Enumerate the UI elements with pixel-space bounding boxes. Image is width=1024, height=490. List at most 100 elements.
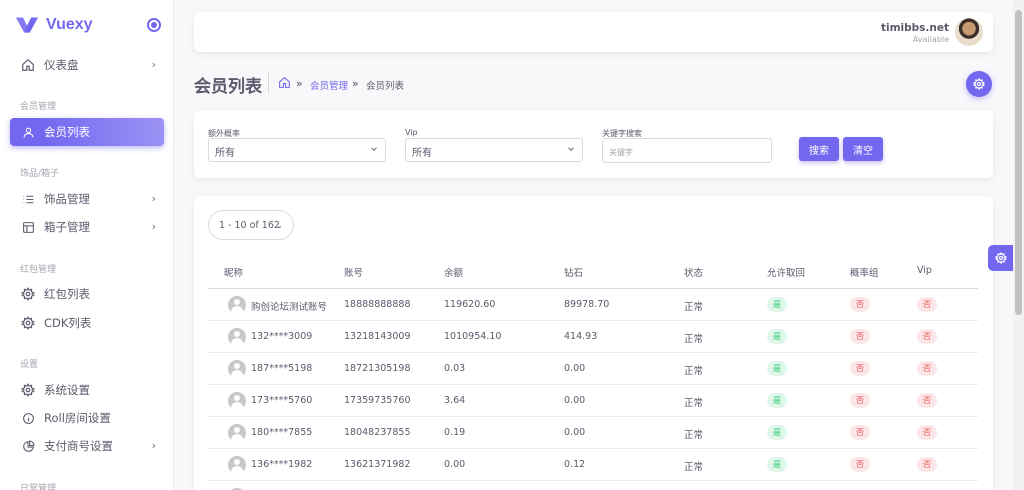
column-header-balance[interactable]: 余额 xyxy=(444,265,463,279)
vip-value: 所有 xyxy=(412,148,432,159)
cell-diamond: 89978.70 xyxy=(564,299,610,310)
cell-diamond: 414.93 xyxy=(564,331,598,342)
breadcrumb-link[interactable]: 会员管理 xyxy=(310,78,348,92)
user-avatar-icon xyxy=(228,392,246,410)
chevron-right-icon: › xyxy=(151,58,156,71)
cell-account: 18048237855 xyxy=(344,427,411,438)
sidebar-item-cdk-list[interactable]: CDK列表 xyxy=(10,309,164,337)
badge-allow-retrieve[interactable]: 是 xyxy=(767,361,787,376)
table-row[interactable]: 136****1982 13621371982 0.00 0.12 正常 是 否… xyxy=(208,449,978,481)
pagination-select[interactable]: 1 - 10 of 162 ⌄ xyxy=(208,210,294,240)
badge-rate-group[interactable]: 否 xyxy=(850,361,870,376)
user-avatar-icon xyxy=(228,424,246,442)
cell-balance: 0.03 xyxy=(444,363,466,374)
sidebar-item-skins[interactable]: 饰品管理 › xyxy=(10,185,164,213)
nav-section-title: 设置 xyxy=(20,360,39,370)
gear-icon xyxy=(973,78,985,90)
title-divider xyxy=(268,72,269,94)
badge-vip[interactable]: 否 xyxy=(917,329,937,344)
cell-nickname: 购创论坛测试账号 xyxy=(251,302,328,313)
filter-card: 额外概率 所有 Vip 所有 关键字搜索 关键字 搜索 清空 xyxy=(194,110,993,178)
badge-rate-group[interactable]: 否 xyxy=(850,297,870,312)
sidebar-item-roll-room-settings[interactable]: Roll房间设置 xyxy=(10,404,164,432)
badge-allow-retrieve[interactable]: 是 xyxy=(767,425,787,440)
column-header-vip[interactable]: Vip xyxy=(917,265,932,276)
nav-section-title: 会员管理 xyxy=(20,102,57,112)
sidebar-item-member-list[interactable]: 会员列表 xyxy=(10,118,164,146)
sidebar-item-system-settings[interactable]: 系统设置 xyxy=(10,376,164,404)
cell-nickname: 180****7855 xyxy=(251,427,313,438)
cell-account: 18888888888 xyxy=(344,299,411,310)
keyword-search-input[interactable]: 关键字 xyxy=(602,138,772,163)
badge-allow-retrieve[interactable]: 是 xyxy=(767,457,787,472)
nav-section-title: 日常管理 xyxy=(20,484,57,490)
search-button[interactable]: 搜索 xyxy=(799,137,839,161)
theme-customizer-button[interactable] xyxy=(988,245,1014,271)
badge-vip[interactable]: 否 xyxy=(917,425,937,440)
sidebar: Vuexy 仪表盘 › 会员管理 会员列表 饰品/箱子 饰品管理 › 箱子管理 … xyxy=(0,0,174,490)
badge-allow-retrieve[interactable]: 是 xyxy=(767,329,787,344)
user-icon xyxy=(20,124,36,140)
clear-button[interactable]: 清空 xyxy=(843,137,883,161)
layout-icon xyxy=(20,219,36,235)
vip-select[interactable]: 所有 xyxy=(405,138,583,162)
table-row[interactable] xyxy=(208,481,978,490)
column-header-diamond[interactable]: 钻石 xyxy=(564,265,583,279)
badge-rate-group[interactable]: 否 xyxy=(850,457,870,472)
sidebar-item-boxes[interactable]: 箱子管理 › xyxy=(10,213,164,241)
badge-vip[interactable]: 否 xyxy=(917,457,937,472)
gear-icon xyxy=(20,382,36,398)
page-scrollbar[interactable] xyxy=(1013,0,1024,490)
cell-status: 正常 xyxy=(684,462,704,473)
sidebar-item-dashboard[interactable]: 仪表盘 › xyxy=(10,51,164,79)
chevron-right-icon: › xyxy=(151,220,156,233)
extra-rate-select[interactable]: 所有 xyxy=(208,138,386,162)
list-icon xyxy=(20,191,36,207)
cell-balance: 1010954.10 xyxy=(444,331,502,342)
badge-allow-retrieve[interactable]: 是 xyxy=(767,393,787,408)
badge-rate-group[interactable]: 否 xyxy=(850,329,870,344)
home-icon[interactable] xyxy=(278,76,291,92)
page-title: 会员列表 xyxy=(194,77,262,97)
table-row[interactable]: 180****7855 18048237855 0.19 0.00 正常 是 否… xyxy=(208,417,978,449)
cell-balance: 0.19 xyxy=(444,427,466,438)
breadcrumb-separator: » xyxy=(352,77,359,90)
sidebar-item-label: CDK列表 xyxy=(44,316,92,330)
column-header-allow-retrieve[interactable]: 允许取回 xyxy=(767,265,805,279)
sidebar-toggle-icon[interactable] xyxy=(147,18,161,32)
column-header-nickname[interactable]: 昵称 xyxy=(224,265,243,279)
badge-vip[interactable]: 否 xyxy=(917,361,937,376)
cell-nickname: 187****5198 xyxy=(251,363,313,374)
breadcrumb-separator: » xyxy=(296,77,303,90)
user-name[interactable]: timibbs.net xyxy=(881,22,949,34)
sidebar-item-label: 饰品管理 xyxy=(44,192,90,206)
settings-button[interactable] xyxy=(966,71,992,97)
column-header-status[interactable]: 状态 xyxy=(684,265,703,279)
sidebar-item-label: 红包列表 xyxy=(44,287,90,301)
table-row[interactable]: 173****5760 17359735760 3.64 0.00 正常 是 否… xyxy=(208,385,978,417)
sidebar-item-label: Roll房间设置 xyxy=(44,411,111,425)
badge-vip[interactable]: 否 xyxy=(917,393,937,408)
table-row[interactable]: 购创论坛测试账号 18888888888 119620.60 89978.70 … xyxy=(208,289,978,321)
badge-rate-group[interactable]: 否 xyxy=(850,393,870,408)
badge-vip[interactable]: 否 xyxy=(917,297,937,312)
cell-diamond: 0.00 xyxy=(564,395,586,406)
cell-account: 13218143009 xyxy=(344,331,411,342)
user-avatar-icon xyxy=(228,328,246,346)
avatar[interactable] xyxy=(955,18,983,46)
sidebar-item-redpacket-list[interactable]: 红包列表 xyxy=(10,280,164,308)
chevron-down-icon xyxy=(371,147,377,151)
brand-name: Vuexy xyxy=(46,16,93,33)
column-header-rate-group[interactable]: 概率组 xyxy=(850,265,879,279)
cell-diamond: 0.00 xyxy=(564,427,586,438)
chevron-right-icon: › xyxy=(151,439,156,452)
scrollbar-thumb[interactable] xyxy=(1015,10,1022,315)
badge-rate-group[interactable]: 否 xyxy=(850,425,870,440)
sidebar-item-payment-merchant[interactable]: 支付商号设置 › xyxy=(10,432,164,460)
badge-allow-retrieve[interactable]: 是 xyxy=(767,297,787,312)
table-row[interactable]: 132****3009 13218143009 1010954.10 414.9… xyxy=(208,321,978,353)
column-header-account[interactable]: 账号 xyxy=(344,265,363,279)
table-row[interactable]: 187****5198 18721305198 0.03 0.00 正常 是 否… xyxy=(208,353,978,385)
pagination-range: 1 - 10 of 162 xyxy=(219,219,280,231)
vip-label: Vip xyxy=(405,128,418,137)
